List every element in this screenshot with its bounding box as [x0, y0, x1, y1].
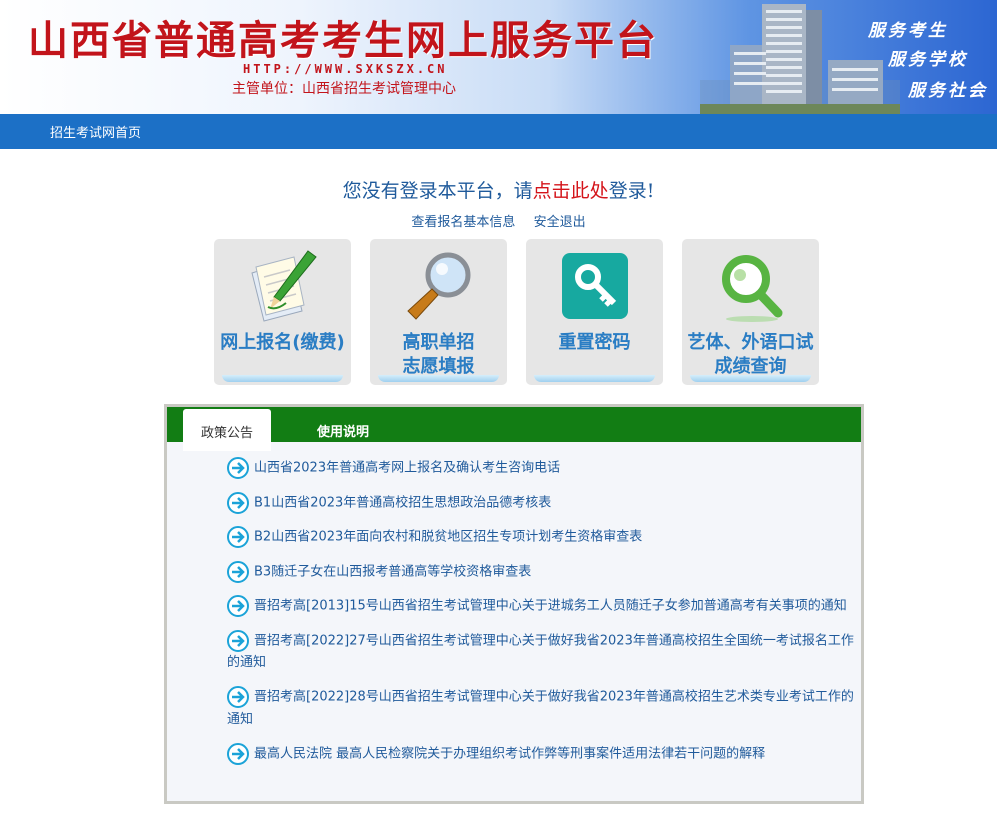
- arrow-right-icon: [227, 742, 249, 765]
- site-url: HTTP://WWW.SXKSZX.CN: [243, 62, 448, 76]
- slogan-3: 服务社会: [908, 81, 988, 101]
- nav-bar: 招生考试网首页: [0, 114, 997, 149]
- login-link[interactable]: 点击此处: [533, 180, 609, 202]
- account-links: 查看报名基本信息 安全退出: [0, 211, 997, 230]
- tab-bar: 政策公告 使用说明: [167, 407, 861, 451]
- register-card-line1: 网上报名(缴费): [220, 332, 345, 353]
- list-item[interactable]: B2山西省2023年面向农村和脱贫地区招生专项计划考生资格审查表: [227, 526, 863, 549]
- list-item-text: 晋招考高[2022]28号山西省招生考试管理中心关于做好我省2023年普通高校招…: [227, 689, 854, 727]
- header-banner: 山西省普通高考考生网上服务平台 HTTP://WWW.SXKSZX.CN 主管单…: [0, 0, 997, 114]
- list-item-text: 山西省2023年普通高考网上报名及确认考生咨询电话: [254, 460, 561, 476]
- login-prefix: 您没有登录本平台，请: [342, 180, 533, 202]
- logout-link[interactable]: 安全退出: [534, 215, 586, 230]
- list-item[interactable]: 最高人民法院 最高人民检察院关于办理组织考试作弊等刑事案件适用法律若干问题的解释: [227, 742, 863, 766]
- pen-paper-icon: [251, 250, 317, 322]
- magnifier-icon: [407, 252, 471, 320]
- arrow-right-icon: [227, 526, 249, 548]
- arrow-right-icon: [227, 686, 249, 708]
- arrow-right-icon: [227, 629, 249, 652]
- list-item[interactable]: 晋招考高[2022]28号山西省招生考试管理中心关于做好我省2023年普通高校招…: [227, 686, 863, 731]
- search-icon: [722, 255, 783, 322]
- list-item-text: B2山西省2023年面向农村和脱贫地区招生专项计划考生资格审查表: [254, 529, 643, 545]
- login-suffix: 登录!: [608, 180, 655, 202]
- reset-password-card-label: 重置密码: [526, 331, 663, 355]
- site-title: 山西省普通高考考生网上服务平台: [28, 17, 658, 64]
- slogan-1: 服务考生: [868, 21, 948, 41]
- view-info-link[interactable]: 查看报名基本信息: [411, 215, 515, 230]
- list-item-text: B1山西省2023年普通高校招生思想政治品德考核表: [254, 495, 552, 510]
- vocational-card[interactable]: 高职单招 志愿填报: [370, 239, 507, 385]
- vocational-card-line2: 志愿填报: [402, 356, 475, 377]
- score-query-card[interactable]: 艺体、外语口试 成绩查询: [682, 239, 819, 385]
- arrow-right-icon: [227, 595, 249, 617]
- site-owner: 主管单位：山西省招生考试管理中心: [232, 81, 456, 97]
- arrow-right-icon: [227, 457, 249, 479]
- list-item-text: B3随迁子女在山西报考普通高等学校资格审查表: [254, 564, 532, 579]
- register-card-label: 网上报名(缴费): [214, 331, 351, 355]
- reset-password-card[interactable]: 重置密码: [526, 239, 663, 385]
- arrow-right-icon: [227, 560, 249, 583]
- score-query-card-line2: 成绩查询: [714, 356, 787, 377]
- arrow-right-icon: [227, 491, 249, 514]
- tab-instructions[interactable]: 使用说明: [317, 421, 369, 440]
- list-item[interactable]: 晋招考高[2022]27号山西省招生考试管理中心关于做好我省2023年普通高校招…: [227, 629, 863, 675]
- announcement-list: 山西省2023年普通高考网上报名及确认考生咨询电话 B1山西省2023年普通高校…: [227, 457, 863, 777]
- announcement-panel: 政策公告 使用说明 山西省2023年普通高考网上报名及确认考生咨询电话 B1山西…: [164, 404, 864, 804]
- login-prompt: 您没有登录本平台，请点击此处登录!: [0, 176, 997, 203]
- reset-password-card-line1: 重置密码: [558, 332, 631, 353]
- list-item-text: 最高人民法院 最高人民检察院关于办理组织考试作弊等刑事案件适用法律若干问题的解释: [254, 746, 766, 761]
- register-card[interactable]: 网上报名(缴费): [214, 239, 351, 385]
- vocational-card-line1: 高职单招: [402, 332, 475, 353]
- list-item-text: 晋招考高[2022]27号山西省招生考试管理中心关于做好我省2023年普通高校招…: [227, 633, 854, 670]
- list-item[interactable]: B1山西省2023年普通高校招生思想政治品德考核表: [227, 491, 863, 515]
- key-icon: [562, 253, 628, 319]
- list-item[interactable]: 山西省2023年普通高考网上报名及确认考生咨询电话: [227, 457, 863, 480]
- score-query-card-label: 艺体、外语口试 成绩查询: [682, 331, 819, 379]
- nav-home-link[interactable]: 招生考试网首页: [50, 122, 141, 141]
- score-query-card-line1: 艺体、外语口试: [687, 332, 814, 353]
- vocational-card-label: 高职单招 志愿填报: [370, 331, 507, 379]
- list-item-text: 晋招考高[2013]15号山西省招生考试管理中心关于进城务工人员随迁子女参加普通…: [254, 598, 847, 614]
- tab-policy[interactable]: 政策公告: [183, 409, 271, 451]
- list-item[interactable]: B3随迁子女在山西报考普通高等学校资格审查表: [227, 560, 863, 584]
- list-item[interactable]: 晋招考高[2013]15号山西省招生考试管理中心关于进城务工人员随迁子女参加普通…: [227, 595, 863, 618]
- slogan-2: 服务学校: [888, 50, 968, 70]
